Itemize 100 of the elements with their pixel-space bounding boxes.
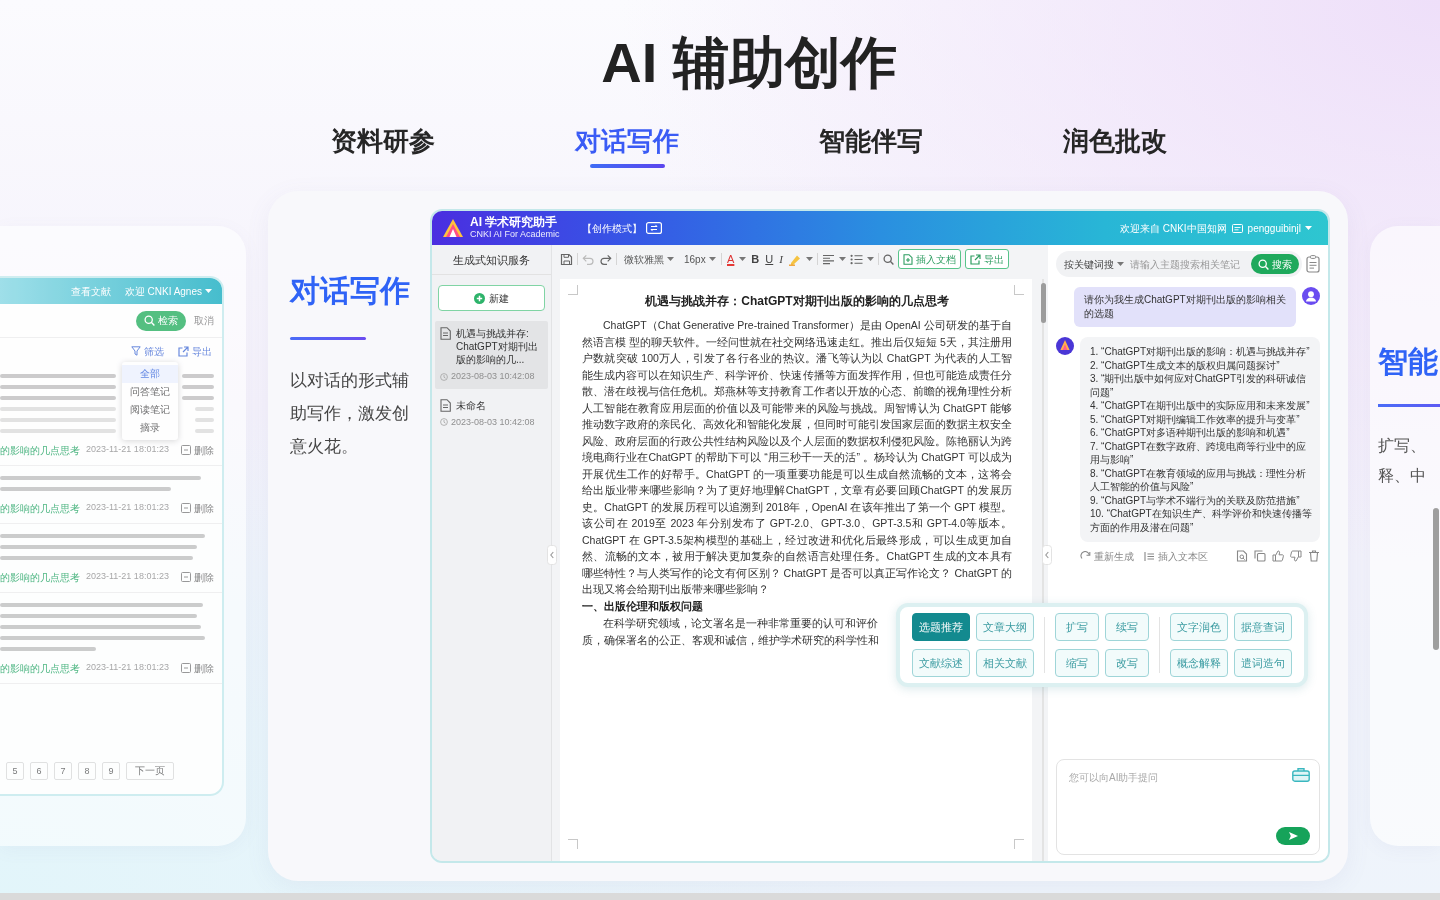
- bold-button[interactable]: B: [750, 252, 761, 266]
- filter-option[interactable]: 全部: [122, 365, 178, 383]
- tab[interactable]: 润色批改: [1063, 124, 1167, 170]
- chat-input-field[interactable]: 您可以向AI助手提问: [1056, 759, 1320, 855]
- welcome-text: 欢迎来自 CNKI中国知网: [1119, 221, 1227, 236]
- tool-button[interactable]: 文字润色: [1170, 613, 1228, 641]
- tool-button[interactable]: 选题推荐: [912, 613, 970, 641]
- file-search-icon[interactable]: [1236, 550, 1248, 562]
- page-button[interactable]: 6: [30, 762, 48, 780]
- tab[interactable]: 智能伴写: [819, 124, 923, 170]
- tool-button[interactable]: 续写: [1105, 613, 1149, 641]
- search-icon[interactable]: [882, 253, 894, 265]
- new-button[interactable]: 新建: [438, 285, 545, 311]
- next-page-button[interactable]: 下一页: [126, 762, 174, 780]
- minus-square-icon: [181, 572, 191, 582]
- page-button[interactable]: 8: [78, 762, 96, 780]
- underline-button[interactable]: U: [764, 252, 775, 266]
- caret-icon[interactable]: [205, 289, 212, 293]
- tool-button[interactable]: 文献综述: [912, 649, 970, 677]
- caret-icon[interactable]: [805, 257, 813, 261]
- suggestion-item: 9. “ChatGPT与学术不端行为的关联及防范措施”: [1090, 493, 1301, 507]
- user-menu[interactable]: 欢迎 CNKI Agnes: [124, 283, 212, 299]
- redo-icon[interactable]: [599, 253, 612, 265]
- tool-button[interactable]: 缩写: [1055, 649, 1099, 677]
- search-button[interactable]: 搜索: [1251, 254, 1299, 274]
- filter-option[interactable]: 阅读笔记: [122, 401, 178, 419]
- tool-button[interactable]: 据意查词: [1234, 613, 1292, 641]
- regenerate-link[interactable]: 重新生成: [1080, 548, 1134, 564]
- size-select[interactable]: 16px: [681, 249, 717, 269]
- tool-button[interactable]: 遣词造句: [1234, 649, 1292, 677]
- caret-icon[interactable]: [667, 257, 674, 261]
- page-button[interactable]: 7: [54, 762, 72, 780]
- tool-button[interactable]: 相关文献: [976, 649, 1034, 677]
- collapse-icon[interactable]: [1042, 545, 1052, 565]
- document-item[interactable]: 未命名 2023-08-03 10:42:08: [435, 392, 548, 434]
- source-link[interactable]: 的影响的几点思考: [0, 569, 80, 585]
- app-tagline: CNKI AI For Academic: [470, 229, 560, 240]
- caret-icon[interactable]: [739, 257, 747, 261]
- horizontal-scrollbar[interactable]: [0, 893, 1440, 900]
- scrollbar-thumb[interactable]: [1040, 283, 1046, 323]
- note-time: 2023-11-21 18:01:23: [86, 570, 169, 584]
- export-button[interactable]: 导出: [178, 343, 212, 359]
- filter-option[interactable]: 问答笔记: [122, 383, 178, 401]
- delete-button[interactable]: 删除: [181, 442, 214, 458]
- export-button[interactable]: 导出: [964, 249, 1009, 269]
- document-item[interactable]: 机遇与挑战并存: ChatGPT对期刊出版的影响的几... 2023-08-03 10:42:08: [435, 321, 548, 389]
- filter-button[interactable]: 筛选: [131, 343, 164, 359]
- copy-icon[interactable]: [1254, 550, 1266, 562]
- thumbs-down-icon[interactable]: [1290, 550, 1302, 562]
- delete-button[interactable]: 删除: [181, 500, 214, 516]
- source-link[interactable]: 的影响的几点思考: [0, 500, 80, 516]
- blurred-text-drawing: [182, 372, 214, 433]
- document-icon: [440, 327, 451, 340]
- italic-button[interactable]: I: [778, 252, 784, 266]
- search-mode-select[interactable]: 按关键词搜: [1064, 256, 1124, 272]
- page-button[interactable]: 9: [102, 762, 120, 780]
- user-menu[interactable]: pengguibinjl: [1247, 220, 1312, 236]
- font-select[interactable]: 微软雅黑: [621, 249, 677, 269]
- cancel-link[interactable]: 取消: [194, 313, 214, 328]
- search-button[interactable]: 检索: [136, 310, 186, 331]
- tool-button[interactable]: 改写: [1105, 649, 1149, 677]
- caret-icon[interactable]: [708, 257, 716, 261]
- search-bar[interactable]: 按关键词搜 请输入主题搜索相关笔记 搜索: [1056, 251, 1302, 277]
- font-color-button[interactable]: A: [726, 252, 736, 266]
- export-icon: [969, 253, 981, 265]
- source-link[interactable]: 的影响的几点思考: [0, 660, 80, 676]
- list-icon[interactable]: [849, 253, 863, 265]
- insert-document-button[interactable]: 插入文档: [897, 249, 961, 269]
- document-time: 2023-08-03 10:42:08: [451, 415, 535, 429]
- caret-icon[interactable]: [838, 257, 846, 261]
- caret-icon[interactable]: [1305, 226, 1312, 230]
- insert-text-link[interactable]: 插入文本区: [1144, 548, 1208, 564]
- page-button[interactable]: 5: [6, 762, 24, 780]
- align-left-icon[interactable]: [821, 253, 835, 265]
- caret-icon[interactable]: [1117, 262, 1124, 266]
- trash-icon[interactable]: [1308, 550, 1320, 562]
- document-title: 机遇与挑战并存：ChatGPT对期刊出版的影响的几点思考: [644, 293, 950, 309]
- tool-button[interactable]: 扩写: [1055, 613, 1099, 641]
- tool-button[interactable]: 概念解释: [1170, 649, 1228, 677]
- send-icon: [1287, 831, 1299, 841]
- app-name: AI 学术研究助手: [470, 216, 559, 230]
- suggestion-item: 5. “ChatGPT对期刊编辑工作效率的提升与变革”: [1090, 412, 1301, 426]
- collapse-icon[interactable]: [547, 545, 557, 565]
- send-button[interactable]: [1276, 827, 1310, 845]
- mode-label: 【创作模式】: [581, 221, 642, 236]
- scrollbar-thumb[interactable]: [1433, 508, 1439, 650]
- tool-button[interactable]: 文章大纲: [976, 613, 1034, 641]
- clipboard-icon[interactable]: [1306, 255, 1320, 273]
- caret-icon[interactable]: [866, 257, 874, 261]
- source-link[interactable]: 的影响的几点思考: [0, 442, 80, 458]
- thumbs-up-icon[interactable]: [1272, 550, 1284, 562]
- search-field[interactable]: 请输入主题搜索相关笔记: [1130, 255, 1251, 273]
- tab[interactable]: 对话写作: [575, 124, 679, 170]
- filter-option[interactable]: 摘录: [122, 419, 178, 437]
- swap-icon[interactable]: [645, 222, 662, 234]
- delete-button[interactable]: 删除: [181, 660, 214, 676]
- toolbox-icon[interactable]: [1292, 767, 1310, 782]
- tab[interactable]: 资料研参: [331, 124, 435, 170]
- save-icon[interactable]: [560, 252, 573, 266]
- delete-button[interactable]: 删除: [181, 569, 214, 585]
